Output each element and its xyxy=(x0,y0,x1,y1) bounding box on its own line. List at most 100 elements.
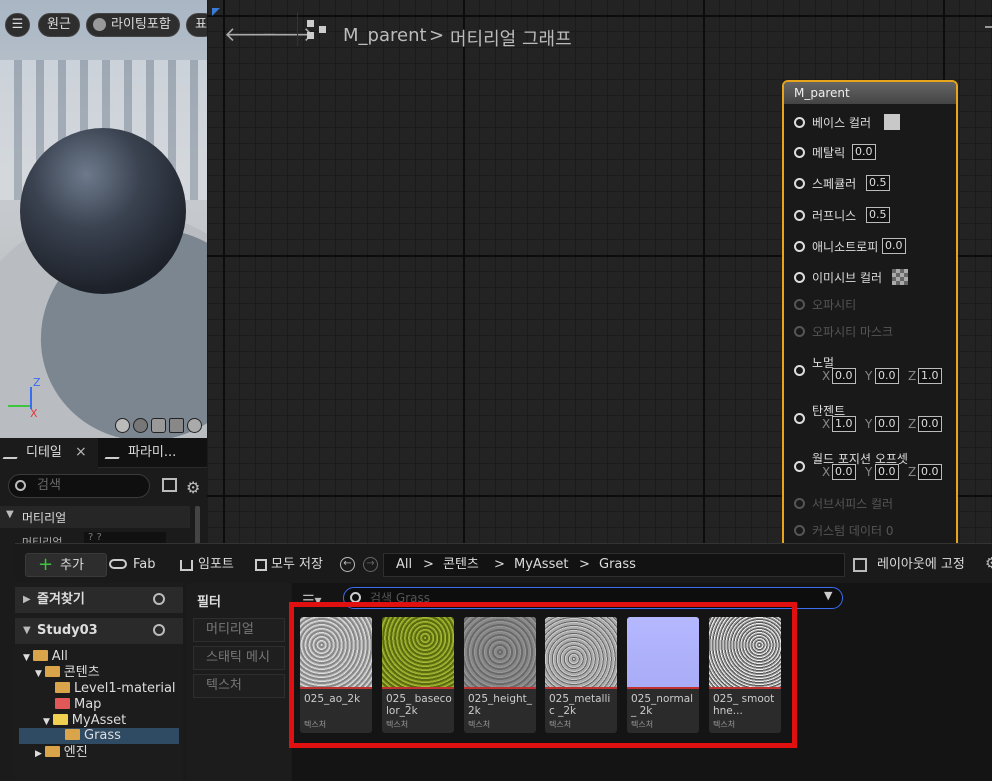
vector-y-input[interactable]: 0.0 xyxy=(875,368,899,384)
pin-label: 애니소트로피 xyxy=(812,240,879,254)
history-forward-icon[interactable]: → xyxy=(363,557,378,572)
favorites-label: 즐겨찾기 xyxy=(37,592,85,607)
emissive-color-swatch[interactable] xyxy=(892,269,908,285)
save-all-button[interactable]: 모두 저장 xyxy=(253,553,323,577)
tree-item-level1-material[interactable]: Level1-material xyxy=(55,681,176,697)
table-view-icon[interactable] xyxy=(162,478,177,492)
pin-label: 오파시티 xyxy=(812,298,857,312)
input-pin[interactable] xyxy=(794,365,805,376)
vector-axis-label: Z xyxy=(908,465,917,479)
path-grass[interactable]: Grass xyxy=(599,553,636,577)
tree-item-content[interactable]: ▼ 콘텐츠 xyxy=(35,665,100,681)
show-menu-button[interactable]: 표 xyxy=(186,13,207,37)
preview-cube-button[interactable] xyxy=(169,418,184,433)
input-pin[interactable] xyxy=(794,461,805,472)
vector-x-input[interactable]: 0.0 xyxy=(832,368,856,384)
pin-value-input[interactable]: 0.5 xyxy=(866,175,890,191)
vector-x-input[interactable]: 0.0 xyxy=(832,464,856,480)
material-preview-viewport[interactable]: ☰ 원근 라이팅포함 표 Z X xyxy=(0,0,207,438)
lighting-mode-button[interactable]: 라이팅포함 xyxy=(86,13,180,37)
search-icon xyxy=(15,480,26,491)
node-title: M_parent xyxy=(784,82,956,104)
import-button[interactable]: 임포트 xyxy=(178,553,234,577)
material-section-header[interactable]: ▼ 머티리얼 xyxy=(0,506,190,528)
filter-texture[interactable]: 텍스처 xyxy=(193,674,285,698)
input-pin[interactable] xyxy=(794,498,805,509)
expand-arrow-icon: ▶ xyxy=(23,594,31,605)
input-pin[interactable] xyxy=(794,241,805,252)
search-dropdown-icon[interactable]: ▼ xyxy=(824,589,832,602)
input-pin[interactable] xyxy=(794,178,805,189)
lock-layout-button[interactable]: 레이아웃에 고정 xyxy=(877,553,965,577)
path-myasset[interactable]: MyAsset xyxy=(514,553,568,577)
breadcrumb-page: 머티리얼 그래프 xyxy=(450,29,572,50)
input-pin[interactable] xyxy=(794,413,805,424)
preview-sphere-button[interactable] xyxy=(133,418,148,433)
vector-z-input[interactable]: 0.0 xyxy=(918,464,942,480)
history-back-icon[interactable]: ← xyxy=(340,557,355,572)
material-result-node[interactable]: M_parent 베이스 컬러 메탈릭 0.0 스페큘러 0.5 러프니스 0.5 애니소트로… xyxy=(782,80,958,550)
fab-button[interactable]: Fab xyxy=(107,553,156,577)
details-scrollbar[interactable] xyxy=(195,506,200,546)
path-content[interactable]: 콘텐츠 xyxy=(443,553,479,577)
vector-z-input[interactable]: 1.0 xyxy=(918,368,942,384)
tree-label: 콘텐츠 xyxy=(63,665,100,680)
viewport-menu-button[interactable]: ☰ xyxy=(5,13,30,37)
input-pin[interactable] xyxy=(794,147,805,158)
perspective-button[interactable]: 원근 xyxy=(38,13,80,37)
tree-item-map[interactable]: Map xyxy=(55,697,101,713)
pin-value-input[interactable]: 0.0 xyxy=(852,144,876,160)
breadcrumb-asset[interactable]: M_parent xyxy=(343,25,427,46)
input-pin[interactable] xyxy=(794,117,805,128)
collapse-arrow-icon: ▼ xyxy=(23,625,31,636)
input-pin[interactable] xyxy=(794,525,805,536)
save-icon xyxy=(255,559,267,571)
graph-icon xyxy=(307,20,327,40)
tree-item-myasset[interactable]: ▼ MyAsset xyxy=(43,713,126,729)
pin-label: 서브서피스 컬러 xyxy=(812,497,894,511)
path-all[interactable]: All xyxy=(396,553,412,577)
base-color-swatch[interactable] xyxy=(884,114,900,130)
preview-custom-mesh-button[interactable] xyxy=(187,418,202,433)
filter-panel: 필터 머티리얼 스태틱 메시 텍스처 xyxy=(187,583,291,781)
details-search-input[interactable]: 검색 xyxy=(8,474,150,498)
input-pin[interactable] xyxy=(794,210,805,221)
preview-cylinder-button[interactable] xyxy=(115,418,130,433)
add-button[interactable]: + 추가 xyxy=(25,553,107,577)
fab-icon xyxy=(109,559,127,569)
tree-item-engine[interactable]: ▶ 엔진 xyxy=(35,745,88,761)
add-button-label: 추가 xyxy=(60,558,84,573)
pin-value-input[interactable]: 0.5 xyxy=(866,207,890,223)
vector-x-input[interactable]: 1.0 xyxy=(832,416,856,432)
filter-title: 필터 xyxy=(197,595,221,610)
vector-y-input[interactable]: 0.0 xyxy=(875,464,899,480)
settings-gear-icon[interactable]: ⚙ xyxy=(186,478,200,497)
input-pin[interactable] xyxy=(794,299,805,310)
filter-static-mesh[interactable]: 스태틱 메시 xyxy=(193,646,285,670)
close-tab-button[interactable]: × xyxy=(75,444,87,460)
pin-value-input[interactable]: 0.0 xyxy=(882,238,906,254)
vector-axis-label: X xyxy=(822,369,831,383)
vector-axis-label: X xyxy=(822,417,831,431)
graph-toolbar: 🡐 🡒 M_parent > 머티리얼 그래프 xyxy=(207,8,992,50)
tree-item-grass[interactable]: Grass xyxy=(19,728,179,744)
layout-icon xyxy=(853,558,867,572)
import-icon xyxy=(180,560,193,571)
project-search-icon[interactable] xyxy=(153,624,165,636)
minimize-icon[interactable] xyxy=(985,26,992,28)
filter-material[interactable]: 머티리얼 xyxy=(193,618,285,642)
settings-icon[interactable]: ⚙ xyxy=(985,554,992,572)
pin-label: 오파시티 마스크 xyxy=(812,325,894,339)
path-separator: > xyxy=(579,557,590,572)
vector-z-input[interactable]: 0.0 xyxy=(918,416,942,432)
tree-label: MyAsset xyxy=(71,713,127,728)
vector-y-input[interactable]: 0.0 xyxy=(875,416,899,432)
input-pin[interactable] xyxy=(794,326,805,337)
vector-axis-label: Y xyxy=(865,465,873,479)
preview-plane-button[interactable] xyxy=(151,418,166,433)
plus-icon: + xyxy=(38,554,54,575)
favorites-search-icon[interactable] xyxy=(153,593,165,605)
tree-item-all[interactable]: ▼ All xyxy=(23,649,68,665)
input-pin[interactable] xyxy=(794,272,805,283)
lighting-mode-label: 라이팅포함 xyxy=(111,17,171,32)
